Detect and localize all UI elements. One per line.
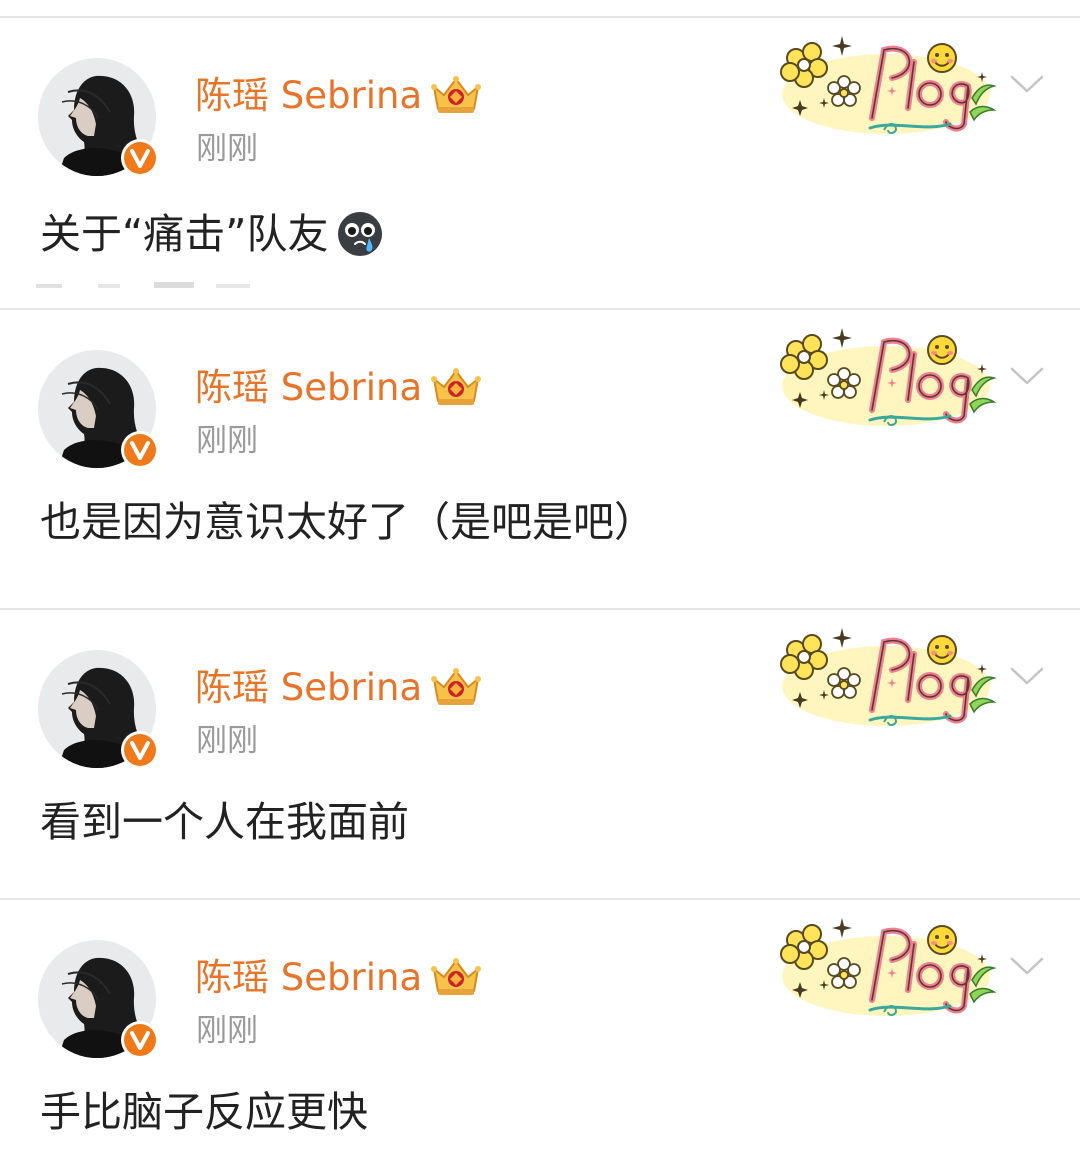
avatar[interactable] [38, 350, 156, 468]
plog-badge [774, 320, 998, 432]
verified-badge-icon [120, 1020, 160, 1060]
timestamp: 刚刚 [196, 723, 258, 759]
crown-badge-icon[interactable] [430, 665, 482, 709]
post-card[interactable]: 陈瑶 Sebrina 刚刚 关于“痛击”队友 [0, 16, 1080, 308]
post-content: 手比脑子反应更快 [40, 1092, 368, 1133]
post-text: 看到一个人在我面前 [40, 798, 409, 846]
post-content: 关于“痛击”队友 [40, 210, 384, 258]
avatar[interactable] [38, 940, 156, 1058]
crown-badge-icon[interactable] [430, 73, 482, 117]
post-text: 也是因为意识太好了（是吧是吧） [40, 498, 655, 546]
avatar[interactable] [38, 650, 156, 768]
post-content: 看到一个人在我面前 [40, 802, 409, 843]
author-row: 陈瑶 Sebrina [195, 662, 482, 712]
crown-badge-icon[interactable] [430, 955, 482, 999]
plog-badge [774, 910, 998, 1022]
post-card[interactable]: 陈瑶 Sebrina 刚刚 手比脑子反应更快 [0, 898, 1080, 1172]
post-text: 手比脑子反应更快 [40, 1088, 368, 1136]
author-row: 陈瑶 Sebrina [195, 952, 482, 1002]
verified-badge-icon [120, 730, 160, 770]
chevron-down-icon[interactable] [1010, 74, 1044, 94]
author-row: 陈瑶 Sebrina [195, 362, 482, 412]
chevron-down-icon[interactable] [1010, 366, 1044, 386]
username[interactable]: 陈瑶 Sebrina [195, 369, 422, 406]
crying-face-emoji-icon [336, 210, 384, 258]
username[interactable]: 陈瑶 Sebrina [195, 77, 422, 114]
avatar[interactable] [38, 58, 156, 176]
crown-badge-icon[interactable] [430, 365, 482, 409]
text-fragment [36, 282, 250, 288]
username[interactable]: 陈瑶 Sebrina [195, 669, 422, 706]
post-card[interactable]: 陈瑶 Sebrina 刚刚 看到一个人在我面前 [0, 608, 1080, 898]
post-text: 关于“痛击”队友 [40, 209, 329, 258]
verified-badge-icon [120, 138, 160, 178]
post-card[interactable]: 陈瑶 Sebrina 刚刚 也是因为意识太好了（是吧是吧） [0, 308, 1080, 608]
author-row: 陈瑶 Sebrina [195, 70, 482, 120]
timestamp: 刚刚 [196, 1013, 258, 1049]
weibo-feed: 陈瑶 Sebrina 刚刚 关于“痛击”队友 陈瑶 Sebrina 刚刚 也是因… [0, 0, 1080, 1172]
plog-badge [774, 28, 998, 140]
chevron-down-icon[interactable] [1010, 666, 1044, 686]
username[interactable]: 陈瑶 Sebrina [195, 959, 422, 996]
chevron-down-icon[interactable] [1010, 956, 1044, 976]
timestamp: 刚刚 [196, 131, 258, 167]
post-content: 也是因为意识太好了（是吧是吧） [40, 502, 655, 543]
timestamp: 刚刚 [196, 423, 258, 459]
plog-badge [774, 620, 998, 732]
verified-badge-icon [120, 430, 160, 470]
